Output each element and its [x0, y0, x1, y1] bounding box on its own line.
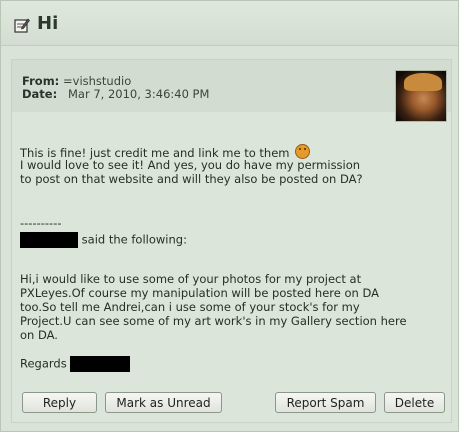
- from-label: From:: [22, 74, 60, 88]
- quoted-line: Project.U can see some of my art work's …: [20, 314, 407, 328]
- title-bar: Hi: [1, 1, 458, 46]
- message-window: Hi From: =vishstudio Date: Mar 7, 2010, …: [0, 0, 459, 432]
- date-label: Date:: [22, 87, 58, 101]
- redacted-signature: [70, 356, 131, 372]
- mark-as-unread-button[interactable]: Mark as Unread: [105, 392, 222, 413]
- message-line: to post on that website and will they al…: [20, 172, 363, 186]
- quote-intro: said the following:: [20, 232, 187, 248]
- quoted-line: on DA.: [20, 328, 58, 342]
- redacted-username: [20, 232, 78, 248]
- quoted-line: PXLeyes.Of course my manipulation will b…: [20, 286, 379, 300]
- date-value: Mar 7, 2010, 3:46:40 PM: [68, 87, 210, 101]
- message-header: From: =vishstudio Date: Mar 7, 2010, 3:4…: [12, 60, 451, 112]
- regards-line: Regards: [20, 356, 131, 372]
- separator-line: ----------: [20, 216, 62, 230]
- sender-avatar[interactable]: [395, 70, 447, 122]
- smiley-icon: [295, 144, 311, 159]
- page-title: Hi: [37, 13, 59, 34]
- quoted-line: too.So tell me Andrei,can i use some of …: [20, 300, 360, 314]
- message-panel: From: =vishstudio Date: Mar 7, 2010, 3:4…: [11, 59, 452, 423]
- sender-link[interactable]: =vishstudio: [63, 74, 131, 88]
- quoted-line: Hi,i would like to use some of your phot…: [20, 272, 362, 286]
- delete-button[interactable]: Delete: [384, 392, 445, 413]
- report-spam-button[interactable]: Report Spam: [275, 392, 376, 413]
- reply-button[interactable]: Reply: [22, 392, 97, 413]
- note-edit-icon: [14, 18, 30, 33]
- message-line: I would love to see it! And yes, you do …: [20, 158, 361, 172]
